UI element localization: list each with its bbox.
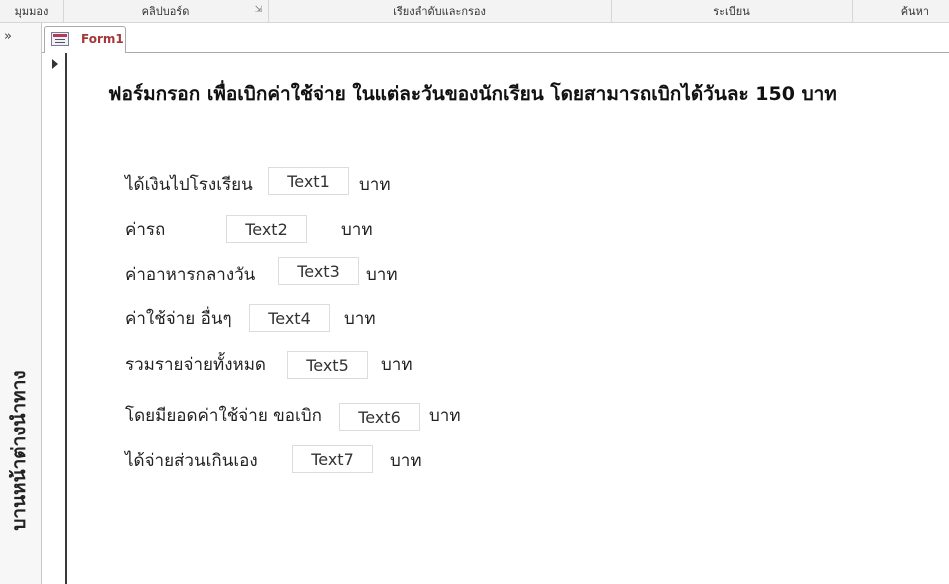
unit-baht-2: บาท [341,220,373,240]
unit-baht-7: บาท [390,451,422,471]
ribbon-group-bar: มุมมอง คลิปบอร์ด ⇲ เรียงลำดับและกรอง ระเ… [0,0,949,23]
current-record-arrow-icon [52,59,58,69]
nav-pane-title[interactable]: บานหน้าต่างนำทาง [4,343,34,558]
ribbon-group-sort-filter-label: เรียงลำดับและกรอง [393,5,486,18]
textbox-text5[interactable]: Text5 [287,351,368,379]
dialog-launcher-icon[interactable]: ⇲ [253,5,264,16]
navigation-pane[interactable]: » บานหน้าต่างนำทาง [0,23,42,584]
expand-nav-pane-icon[interactable]: » [4,29,12,44]
ribbon-group-views-label: มุมมอง [14,5,49,18]
label-money-to-school: ได้เงินไปโรงเรียน [125,175,253,195]
ribbon-group-clipboard: คลิปบอร์ด ⇲ [63,0,269,22]
textbox-text3[interactable]: Text3 [278,257,359,285]
ribbon-group-records-label: ระเบียน [713,5,750,18]
nav-pane-title-container: บานหน้าต่างนำทาง [4,343,34,558]
ribbon-group-find: ค้นหา [852,0,949,22]
tab-form1-label: Form1 [81,32,124,46]
textbox-text6[interactable]: Text6 [339,403,420,431]
unit-baht-4: บาท [344,309,376,329]
form-detail-section: ฟอร์มกรอก เพื่อเบิกค่าใช้จ่าย ในแต่ละวัน… [67,53,949,584]
ribbon-group-records: ระเบียน [611,0,853,22]
unit-baht-5: บาท [381,355,413,375]
label-other-expenses: ค่าใช้จ่าย อื่นๆ [125,309,232,329]
form-icon [51,32,69,46]
unit-baht-1: บาท [359,175,391,195]
textbox-text1[interactable]: Text1 [268,167,349,195]
form-heading: ฟอร์มกรอก เพื่อเบิกค่าใช้จ่าย ในแต่ละวัน… [108,83,837,105]
record-selector[interactable] [42,53,67,584]
label-total-expenses: รวมรายจ่ายทั้งหมด [125,355,266,375]
label-transport-cost: ค่ารถ [125,220,166,240]
ribbon-group-views: มุมมอง [0,0,64,22]
textbox-text7[interactable]: Text7 [292,445,373,473]
ribbon-group-sort-filter: เรียงลำดับและกรอง [268,0,612,22]
unit-baht-3: บาท [366,265,398,285]
label-lunch-cost: ค่าอาหารกลางวัน [125,265,256,285]
ribbon-group-clipboard-label: คลิปบอร์ด [141,5,190,18]
textbox-text2[interactable]: Text2 [226,215,307,243]
ribbon-group-find-label: ค้นหา [900,5,929,18]
label-requested-amount: โดยมียอดค่าใช้จ่าย ขอเบิก [125,406,322,426]
unit-baht-6: บาท [429,406,461,426]
textbox-text4[interactable]: Text4 [249,304,330,332]
document-tab-strip: Form1 [42,23,949,54]
tab-form1[interactable]: Form1 [44,26,126,54]
label-excess-paid-self: ได้จ่ายส่วนเกินเอง [125,451,258,471]
